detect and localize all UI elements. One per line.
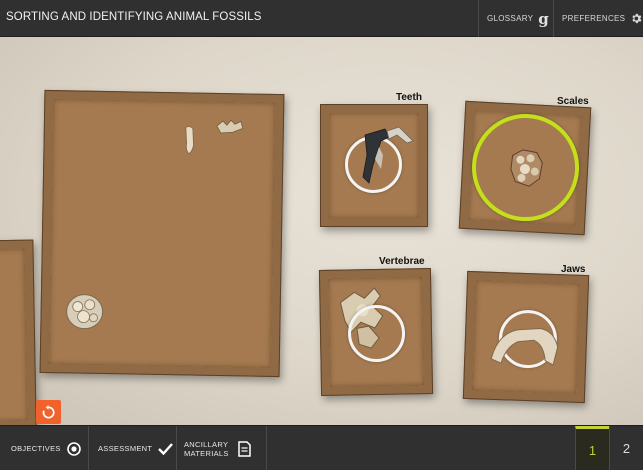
document-icon: [238, 440, 251, 457]
glossary-label: GLOSSARY: [487, 14, 534, 23]
teeth-tray[interactable]: [320, 104, 428, 227]
reset-button[interactable]: [36, 400, 61, 424]
gear-icon: [632, 13, 642, 24]
preferences-label: PREFERENCES: [562, 14, 626, 23]
ancillary-materials-button[interactable]: ANCILLARY MATERIALS: [177, 426, 267, 470]
scales-tray[interactable]: [458, 100, 592, 236]
scale-fossil-unsorted[interactable]: [63, 291, 106, 332]
target-icon: [66, 441, 81, 456]
page-tab-2[interactable]: 2: [609, 426, 643, 470]
fossil-sorting-scene: Teeth Scales Vertebrae Jaws: [0, 37, 643, 425]
checkmark-icon: [158, 443, 174, 455]
scale-fossil-sorted[interactable]: [507, 147, 547, 189]
assessment-button[interactable]: ASSESSMENT: [89, 426, 177, 470]
glossary-button[interactable]: GLOSSARY g: [478, 0, 553, 37]
tooth-fossil[interactable]: [181, 125, 198, 155]
glossary-g-icon: g: [538, 9, 550, 28]
vertebrae-tray-label: Vertebrae: [379, 256, 425, 267]
partial-tray-left: [0, 239, 37, 425]
vertebrae-tray[interactable]: [318, 268, 434, 396]
tooth-fossil-sorted[interactable]: [359, 125, 417, 189]
objectives-button[interactable]: OBJECTIVES: [0, 426, 89, 470]
assessment-label: ASSESSMENT: [98, 444, 153, 453]
reset-arrow-icon: [42, 404, 55, 418]
jaws-tray[interactable]: [462, 270, 590, 404]
jaw-fossil-sorted[interactable]: [487, 319, 567, 372]
app-title: SORTING AND IDENTIFYING ANIMAL FOSSILS: [6, 11, 262, 23]
preferences-button[interactable]: PREFERENCES: [553, 0, 643, 37]
scales-tray-label: Scales: [557, 96, 589, 107]
jaws-tray-label: Jaws: [561, 264, 586, 275]
jaw-fragment-fossil[interactable]: [215, 118, 245, 137]
page-tab-1[interactable]: 1: [575, 426, 609, 470]
unsorted-fossils-tray: [39, 89, 285, 378]
top-bar: SORTING AND IDENTIFYING ANIMAL FOSSILS G…: [0, 0, 643, 37]
objectives-label: OBJECTIVES: [11, 444, 61, 453]
teeth-tray-label: Teeth: [396, 92, 422, 103]
bottom-bar: OBJECTIVES ASSESSMENT ANCILLARY MATERIAL…: [0, 425, 643, 470]
ancillary-materials-label: ANCILLARY MATERIALS: [184, 439, 229, 458]
